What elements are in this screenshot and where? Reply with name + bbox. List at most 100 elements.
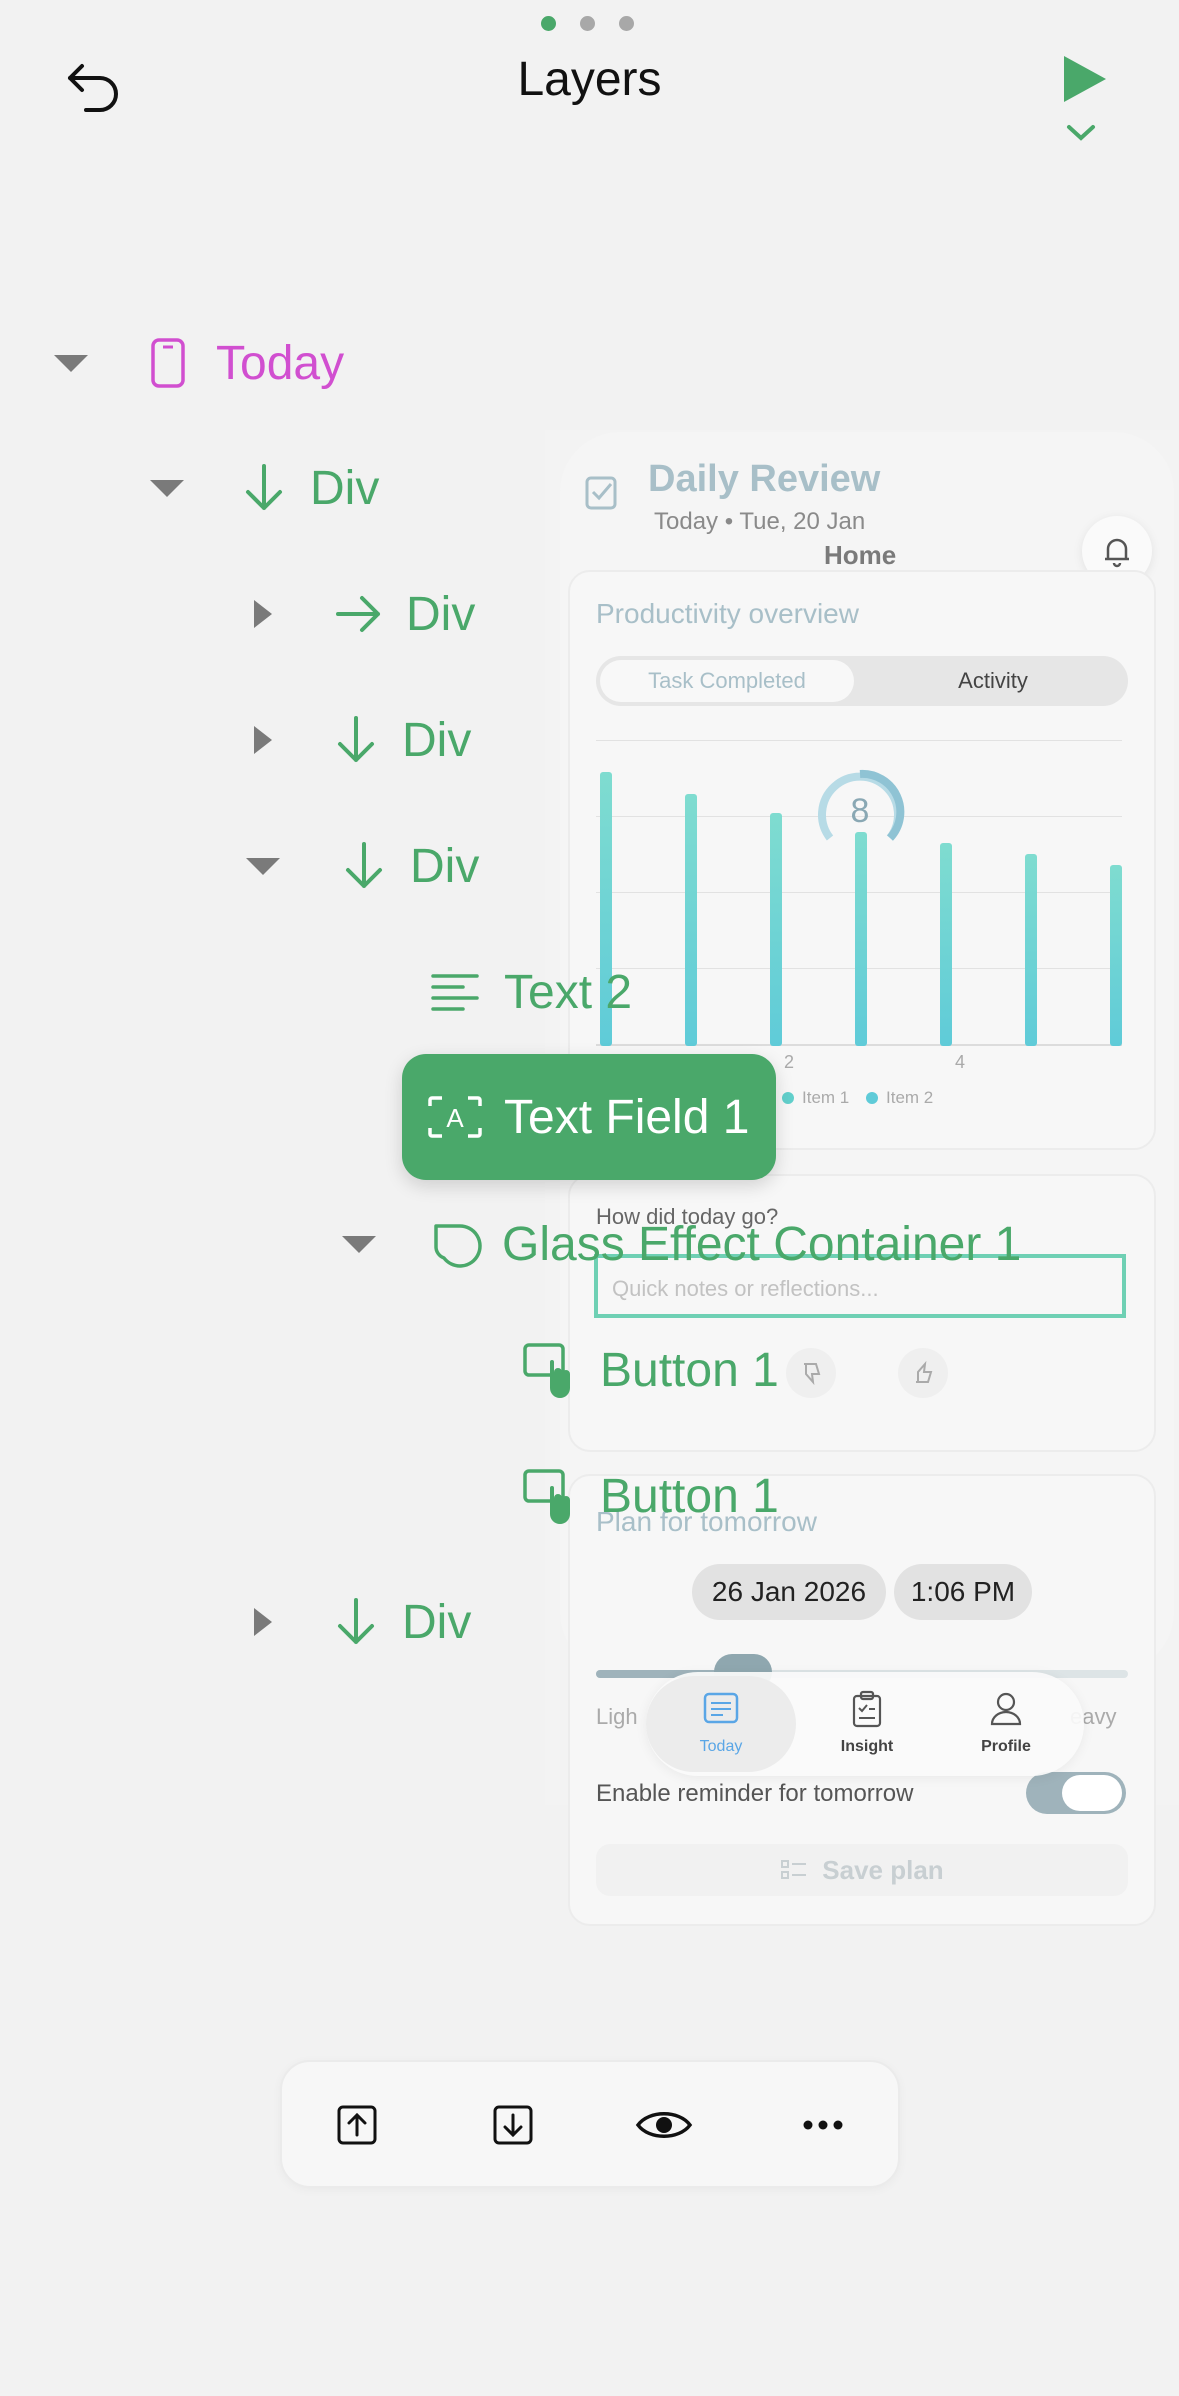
expand-triangle-icon[interactable] [254, 600, 272, 628]
arrow-down-icon [338, 1598, 374, 1644]
legend-swatch [782, 1092, 794, 1104]
x-tick-label: 4 [955, 1052, 966, 1072]
expand-button[interactable] [1066, 124, 1096, 147]
tree-row-div[interactable]: Div [254, 1595, 472, 1649]
page-dot[interactable] [619, 16, 634, 31]
tab-label: Today [699, 1738, 743, 1755]
list-check-icon [781, 1860, 807, 1879]
chart-bar [685, 793, 697, 1046]
tab-label: Insight [840, 1738, 894, 1755]
legend-label: Item 1 [802, 1088, 850, 1107]
tree-label: Today [216, 336, 345, 390]
profile-icon [990, 1692, 1022, 1726]
tab-profile[interactable]: Profile [936, 1676, 1076, 1772]
today-icon [703, 1692, 739, 1724]
tree-row-textfield-selected[interactable]: A Text Field 1 [402, 1054, 776, 1180]
play-icon [1064, 56, 1106, 102]
tree-label: Button 1 [600, 1343, 779, 1397]
thumbs-up-icon [916, 1360, 933, 1383]
collapse-triangle-icon[interactable] [150, 479, 184, 497]
collapse-triangle-icon[interactable] [342, 1235, 376, 1253]
legend-item-1: Item 1 [782, 1088, 849, 1108]
chart-bar [855, 832, 867, 1046]
bell-icon [1105, 538, 1129, 568]
legend-label: Item 2 [886, 1088, 934, 1107]
chart-bar [770, 813, 782, 1046]
move-down-button[interactable] [490, 2102, 536, 2148]
legend-swatch [866, 1092, 878, 1104]
chart-bar [1025, 854, 1037, 1046]
thumbs-down-button[interactable] [786, 1348, 836, 1398]
play-button[interactable] [1058, 54, 1110, 109]
tree-label: Text Field 1 [504, 1090, 750, 1144]
tree-label: Div [402, 1595, 472, 1649]
review-icon [583, 472, 623, 517]
tab-insight[interactable]: Insight [802, 1676, 932, 1772]
glass-effect-icon [434, 1224, 482, 1268]
tree-row-div[interactable]: Div [254, 587, 476, 641]
productivity-title: Productivity overview [596, 598, 859, 629]
phone-icon [151, 338, 185, 388]
visibility-button[interactable] [634, 2102, 694, 2148]
save-plan-label: Save plan [822, 1854, 944, 1885]
page-dot[interactable] [541, 16, 556, 31]
tree-row-div[interactable]: Div [246, 839, 480, 893]
expand-triangle-icon[interactable] [254, 726, 272, 754]
segment-tasks[interactable]: Task Completed [600, 660, 854, 702]
bottom-toolbar [280, 2060, 900, 2188]
svg-text:A: A [446, 1103, 464, 1133]
arrow-down-icon [338, 716, 374, 762]
tree-row-div[interactable]: Div [150, 461, 380, 515]
eye-icon [635, 2112, 693, 2138]
tree-label: Button 1 [600, 1469, 779, 1523]
expand-triangle-icon[interactable] [254, 1608, 272, 1636]
segment-control: Task Completed Activity [596, 656, 1128, 706]
text-align-icon [431, 974, 479, 1011]
tree-row-today[interactable]: Today [54, 336, 345, 390]
move-down-icon [493, 2105, 533, 2145]
page-dot[interactable] [580, 16, 595, 31]
home-label: Home [824, 540, 897, 570]
tree-label: Div [402, 713, 472, 767]
tree-row-glass[interactable]: Glass Effect Container 1 [342, 1217, 1022, 1271]
thumbs-up-button[interactable] [898, 1348, 948, 1398]
date-line: Today • Tue, 20 Jan [654, 508, 866, 535]
tree-row-div[interactable]: Div [254, 713, 472, 767]
tree-row-button[interactable]: Button 1 [522, 1468, 779, 1524]
tree-label: Div [406, 587, 476, 641]
arrow-down-icon [246, 464, 282, 510]
time-chip[interactable]: 1:06 PM [894, 1564, 1032, 1620]
toggle-knob [1062, 1775, 1122, 1811]
gauge-value: 8 [850, 792, 870, 830]
clipboard-icon [852, 1690, 882, 1728]
tree-label: Glass Effect Container 1 [502, 1217, 1022, 1271]
button-tap-icon [523, 1343, 570, 1398]
text-field-icon: A [428, 1096, 482, 1138]
reminder-toggle[interactable] [1026, 1772, 1126, 1814]
arrow-right-icon [336, 596, 380, 632]
tab-label: Profile [981, 1738, 1031, 1755]
collapse-triangle-icon[interactable] [246, 857, 280, 875]
save-plan-button[interactable]: Save plan [596, 1844, 1128, 1896]
tree-row-button[interactable]: Button 1 [522, 1342, 779, 1398]
collapse-triangle-icon[interactable] [54, 354, 88, 372]
tree-row-text[interactable]: Text 2 [430, 966, 632, 1019]
more-button[interactable] [800, 2102, 846, 2148]
button-tap-icon [523, 1469, 570, 1524]
segment-activity[interactable]: Activity [862, 660, 1124, 702]
move-up-icon [337, 2105, 377, 2145]
chevron-down-icon [1067, 125, 1095, 141]
legend-item-2: Item 2 [866, 1088, 933, 1108]
chart-bar [940, 843, 952, 1046]
tree-label: Div [410, 839, 480, 893]
move-up-button[interactable] [334, 2102, 380, 2148]
tree-label: Div [310, 461, 380, 515]
date-chip[interactable]: 26 Jan 2026 [692, 1564, 886, 1620]
preview-tab-bar: Today Insight Profile [646, 1672, 1084, 1776]
tab-today[interactable]: Today [646, 1676, 796, 1772]
x-tick-label: 2 [784, 1052, 795, 1072]
reminder-label: Enable reminder for tomorrow [596, 1780, 914, 1807]
gauge: 8 [812, 764, 908, 860]
light-label: Ligh [596, 1704, 638, 1729]
arrow-down-icon [346, 842, 382, 888]
